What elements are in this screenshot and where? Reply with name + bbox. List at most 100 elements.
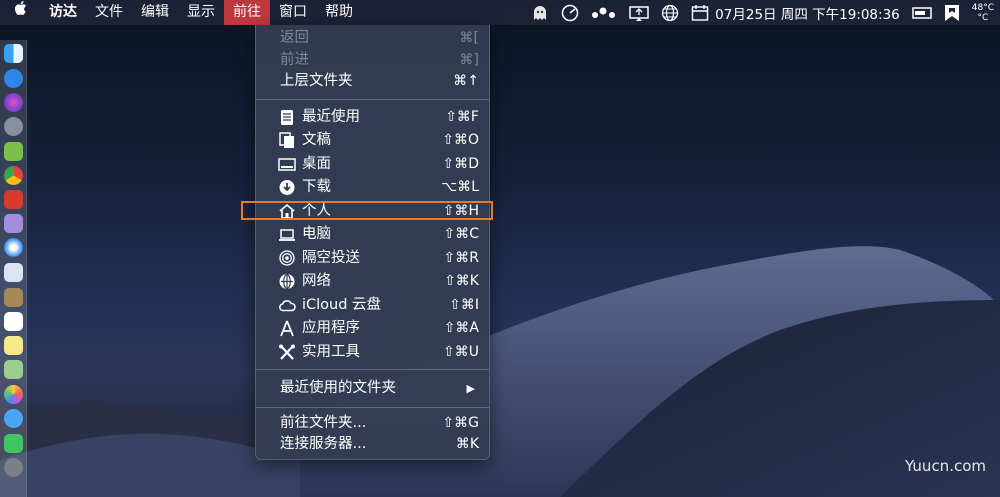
- chrome-icon[interactable]: [4, 166, 23, 185]
- speedometer-icon[interactable]: [561, 4, 579, 22]
- menu-finder[interactable]: 访达: [40, 0, 86, 25]
- notes-icon[interactable]: [4, 336, 23, 355]
- menu-item-network[interactable]: 网络 ⇧⌘K: [256, 270, 489, 293]
- airdrop-label: 隔空投送: [302, 250, 360, 266]
- back-shortcut: ⌘[: [459, 30, 479, 46]
- launchpad-icon[interactable]: [4, 117, 23, 136]
- menu-file[interactable]: 文件: [86, 0, 132, 25]
- finder-icon[interactable]: [4, 44, 23, 63]
- desktop-icon: [278, 156, 296, 173]
- icloud-shortcut: ⇧⌘I: [449, 297, 479, 313]
- temperature-value: 48°C: [971, 2, 994, 13]
- system-preferences-icon[interactable]: [4, 458, 23, 477]
- siri-icon[interactable]: [4, 93, 23, 112]
- menu-separator: [256, 99, 489, 100]
- recent-folders-label: 最近使用的文件夹: [280, 380, 396, 396]
- menu-item-desktop[interactable]: 桌面 ⇧⌘D: [256, 153, 489, 176]
- menu-separator: [256, 369, 489, 370]
- dots-icon[interactable]: [591, 6, 617, 20]
- apple-menu-icon[interactable]: [0, 0, 40, 25]
- android-icon[interactable]: [4, 142, 23, 161]
- menu-item-enclosing-folder[interactable]: 上层文件夹 ⌘↑: [256, 70, 489, 93]
- icloud-label: iCloud 云盘: [302, 297, 382, 313]
- go-to-folder-label: 前往文件夹...: [280, 415, 367, 431]
- globe-icon[interactable]: [661, 4, 679, 22]
- menu-item-computer[interactable]: 电脑 ⇧⌘C: [256, 223, 489, 246]
- menu-item-recents[interactable]: 最近使用 ⇧⌘F: [256, 106, 489, 129]
- enclosing-folder-label: 上层文件夹: [280, 73, 353, 89]
- purple-app-icon[interactable]: [4, 214, 23, 233]
- facetime-icon[interactable]: [4, 434, 23, 453]
- screen-share-icon[interactable]: [629, 5, 649, 21]
- menu-item-forward[interactable]: 前进 ⌘]: [256, 49, 489, 72]
- computer-icon: [278, 226, 296, 243]
- menu-item-utilities[interactable]: 实用工具 ⇧⌘U: [256, 341, 489, 364]
- menu-item-go-to-folder[interactable]: 前往文件夹... ⇧⌘G: [256, 412, 489, 435]
- documents-shortcut: ⇧⌘O: [442, 132, 479, 148]
- menu-item-connect-server[interactable]: 连接服务器... ⌘K: [256, 433, 489, 456]
- maps-icon[interactable]: [4, 360, 23, 379]
- menu-edit[interactable]: 编辑: [132, 0, 178, 25]
- utilities-shortcut: ⇧⌘U: [443, 344, 479, 360]
- menu-item-applications[interactable]: 应用程序 ⇧⌘A: [256, 317, 489, 340]
- documents-label: 文稿: [302, 132, 331, 148]
- menu-item-recent-folders[interactable]: 最近使用的文件夹 ▶: [256, 377, 489, 400]
- connect-server-shortcut: ⌘K: [455, 436, 479, 452]
- enclosing-folder-shortcut: ⌘↑: [453, 73, 479, 89]
- downloads-icon: [278, 179, 296, 196]
- back-label: 返回: [280, 30, 309, 46]
- temperature-readout[interactable]: 48°C °C: [972, 3, 994, 23]
- desktop-wallpaper: [0, 0, 1000, 497]
- go-to-folder-shortcut: ⇧⌘G: [442, 415, 479, 431]
- dunes-graphic: [0, 246, 1000, 497]
- airdrop-icon: [278, 250, 296, 267]
- desktop-shortcut: ⇧⌘D: [442, 156, 479, 172]
- app-store-icon[interactable]: [4, 69, 23, 88]
- network-label: 网络: [302, 273, 331, 289]
- dock: [0, 40, 27, 497]
- menu-item-icloud-drive[interactable]: iCloud 云盘 ⇧⌘I: [256, 294, 489, 317]
- menu-help[interactable]: 帮助: [316, 0, 362, 25]
- desktop-label: 桌面: [302, 156, 331, 172]
- computer-shortcut: ⇧⌘C: [443, 226, 479, 242]
- calendar-icon[interactable]: [691, 4, 709, 22]
- photos-icon[interactable]: [4, 385, 23, 404]
- menu-item-back[interactable]: 返回 ⌘[: [256, 27, 489, 50]
- menu-view[interactable]: 显示: [178, 0, 224, 25]
- forward-label: 前进: [280, 52, 309, 68]
- status-area: 07月25日 周四 下午19:08:36 48°C °C: [525, 0, 1000, 25]
- temperature-unit: °C: [977, 12, 989, 23]
- applications-shortcut: ⇧⌘A: [443, 320, 479, 336]
- preview-icon[interactable]: [4, 263, 23, 282]
- bookmark-app-icon[interactable]: [944, 4, 960, 22]
- menu-item-downloads[interactable]: 下载 ⌥⌘L: [256, 176, 489, 199]
- watermark: Yuucn.com: [904, 457, 986, 475]
- messages-icon[interactable]: [4, 409, 23, 428]
- airdrop-shortcut: ⇧⌘R: [443, 250, 479, 266]
- calendar-dock-icon[interactable]: [4, 312, 23, 331]
- utilities-icon: [278, 344, 296, 361]
- menu-item-documents[interactable]: 文稿 ⇧⌘O: [256, 129, 489, 152]
- safari-icon[interactable]: [4, 238, 23, 257]
- red-app-icon[interactable]: [4, 190, 23, 209]
- menu-separator: [256, 407, 489, 408]
- recents-shortcut: ⇧⌘F: [445, 109, 479, 125]
- ghost-icon[interactable]: [531, 4, 549, 22]
- applications-label: 应用程序: [302, 320, 360, 336]
- network-icon: [278, 273, 296, 290]
- menu-go[interactable]: 前往: [224, 0, 270, 25]
- notes-brown-icon[interactable]: [4, 288, 23, 307]
- recents-label: 最近使用: [302, 109, 360, 125]
- connect-server-label: 连接服务器...: [280, 436, 367, 452]
- menu-item-airdrop[interactable]: 隔空投送 ⇧⌘R: [256, 247, 489, 270]
- computer-label: 电脑: [302, 226, 331, 242]
- forward-shortcut: ⌘]: [459, 52, 479, 68]
- utilities-label: 实用工具: [302, 344, 360, 360]
- go-menu-dropdown: 返回 ⌘[ 前进 ⌘] 上层文件夹 ⌘↑ 最近使用 ⇧⌘F 文稿 ⇧⌘O 桌面 …: [255, 25, 490, 460]
- submenu-arrow-icon: ▶: [466, 382, 475, 395]
- clock-text[interactable]: 07月25日 周四 下午19:08:36: [715, 3, 900, 23]
- highlight-box: [241, 201, 493, 220]
- menu-window[interactable]: 窗口: [270, 0, 316, 25]
- applications-icon: [278, 320, 296, 337]
- battery-style-icon[interactable]: [912, 6, 932, 20]
